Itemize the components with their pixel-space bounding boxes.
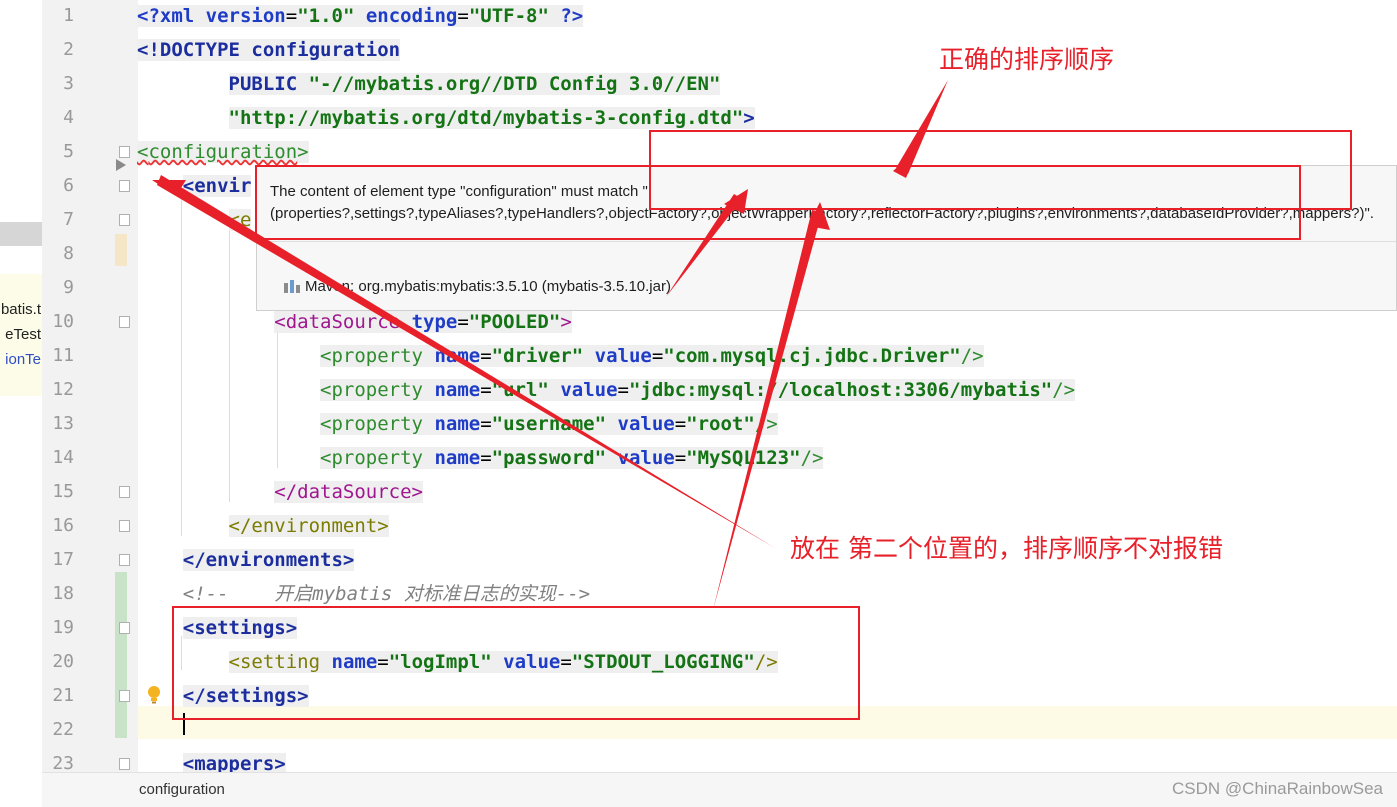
code-text[interactable]: <settings> <box>137 611 298 645</box>
code-text[interactable]: </dataSource> <box>137 475 423 509</box>
fold-marker[interactable] <box>119 214 130 226</box>
fold-marker[interactable] <box>119 316 130 328</box>
lightbulb-icon[interactable] <box>147 685 161 705</box>
tooltip-source[interactable]: Maven: org.mybatis:mybatis:3.5.10 (mybat… <box>283 278 671 295</box>
text-cursor <box>183 713 185 735</box>
code-line: 1 <?xml version="1.0" encoding="UTF-8" ?… <box>0 0 1397 33</box>
line-number: 6 <box>63 175 74 196</box>
code-text[interactable]: <property name="url" value="jdbc:mysql:/… <box>137 373 1076 407</box>
line-number: 13 <box>52 413 74 434</box>
line-number: 14 <box>52 447 74 468</box>
code-text[interactable]: </environments> <box>137 543 355 577</box>
fold-marker[interactable] <box>119 520 130 532</box>
fold-marker[interactable] <box>119 622 130 634</box>
code-text[interactable]: <!DOCTYPE configuration <box>137 33 401 67</box>
line-number: 2 <box>63 39 74 60</box>
code-line: 19 <settings> <box>0 611 1397 645</box>
annotation-correct-order: 正确的排序顺序 <box>939 45 1115 74</box>
code-line: 3 PUBLIC "-//mybatis.org//DTD Config 3.0… <box>0 67 1397 101</box>
code-line: 5 <configuration> <box>0 135 1397 169</box>
line-number: 7 <box>63 209 74 230</box>
fold-marker[interactable] <box>119 690 130 702</box>
tooltip-divider <box>257 241 1396 242</box>
line-number: 9 <box>63 277 74 298</box>
code-text[interactable]: <e <box>137 203 252 237</box>
line-number: 8 <box>63 243 74 264</box>
line-number: 17 <box>52 549 74 570</box>
library-icon <box>284 280 300 293</box>
line-number: 3 <box>63 73 74 94</box>
code-text[interactable]: <?xml version="1.0" encoding="UTF-8" ?> <box>137 0 584 33</box>
fold-marker[interactable] <box>119 180 130 192</box>
code-text[interactable]: </settings> <box>137 679 309 713</box>
line-number: 1 <box>63 5 74 26</box>
code-line: 11 <property name="driver" value="com.my… <box>0 339 1397 373</box>
code-text[interactable]: <property name="username" value="root"/> <box>137 407 778 441</box>
code-text[interactable]: <setting name="logImpl" value="STDOUT_LO… <box>137 645 778 679</box>
code-text[interactable]: <envir <box>137 169 252 203</box>
line-number: 21 <box>52 685 74 706</box>
code-text[interactable]: PUBLIC "-//mybatis.org//DTD Config 3.0//… <box>137 67 721 101</box>
code-line: 2 <!DOCTYPE configuration <box>0 33 1397 67</box>
tooltip-source-text: Maven: org.mybatis:mybatis:3.5.10 (mybat… <box>305 278 671 295</box>
fold-marker[interactable] <box>119 146 130 158</box>
code-line: 4 "http://mybatis.org/dtd/mybatis-3-conf… <box>0 101 1397 135</box>
tooltip-message: The content of element type "configurati… <box>270 183 1374 222</box>
watermark: CSDN @ChinaRainbowSea <box>1172 779 1383 798</box>
code-line: 12 <property name="url" value="jdbc:mysq… <box>0 373 1397 407</box>
code-line: 21 </settings> <box>0 679 1397 713</box>
code-text[interactable]: "http://mybatis.org/dtd/mybatis-3-config… <box>137 101 755 135</box>
line-number: 22 <box>52 719 74 740</box>
line-number: 20 <box>52 651 74 672</box>
code-line: 22 <box>0 713 1397 747</box>
breadcrumb-item[interactable]: configuration <box>139 781 225 798</box>
line-number: 15 <box>52 481 74 502</box>
code-line: 13 <property name="username" value="root… <box>0 407 1397 441</box>
line-number: 19 <box>52 617 74 638</box>
code-text[interactable]: <configuration> <box>137 135 309 169</box>
error-tooltip: The content of element type "configurati… <box>256 165 1397 311</box>
code-text[interactable]: <property name="driver" value="com.mysql… <box>137 339 984 373</box>
fold-marker[interactable] <box>119 554 130 566</box>
code-text[interactable]: <!-- 开启mybatis 对标准日志的实现--> <box>137 577 590 611</box>
code-text[interactable]: </environment> <box>137 509 389 543</box>
line-number: 10 <box>52 311 74 332</box>
code-line: 18 <!-- 开启mybatis 对标准日志的实现--> <box>0 577 1397 611</box>
line-number: 11 <box>52 345 74 366</box>
annotation-wrong-position: 放在 第二个位置的，排序顺序不对报错 <box>790 534 1223 563</box>
code-line: 20 <setting name="logImpl" value="STDOUT… <box>0 645 1397 679</box>
line-number: 12 <box>52 379 74 400</box>
code-text[interactable]: <property name="password" value="MySQL12… <box>137 441 824 475</box>
run-arrow-icon[interactable] <box>115 158 127 172</box>
line-number: 18 <box>52 583 74 604</box>
line-number: 16 <box>52 515 74 536</box>
fold-marker[interactable] <box>119 486 130 498</box>
code-line: 15 </dataSource> <box>0 475 1397 509</box>
code-line: 14 <property name="password" value="MySQ… <box>0 441 1397 475</box>
line-number: 4 <box>63 107 74 128</box>
fold-marker[interactable] <box>119 758 130 770</box>
line-number: 5 <box>63 141 74 162</box>
